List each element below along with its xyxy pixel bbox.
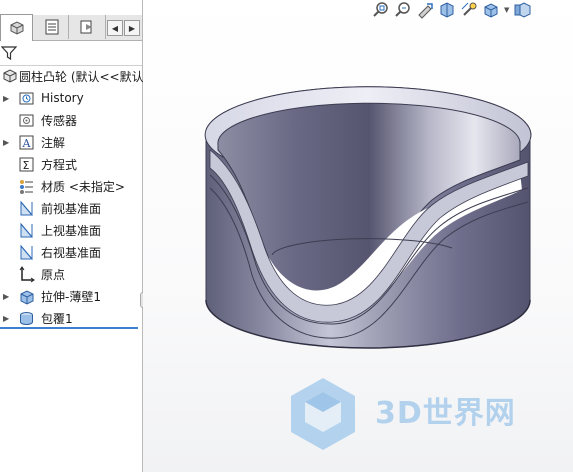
tree-item-front-plane[interactable]: 前视基准面: [0, 198, 142, 218]
wrap-icon: [20, 312, 33, 325]
tree-item-label: 上视基准面: [41, 223, 102, 238]
tree-item-label: 拉伸-薄壁1: [41, 289, 101, 304]
part-icon: [3, 69, 17, 83]
tree-item-wrap1[interactable]: ▶ 包覆1: [0, 308, 142, 328]
tree-item-annotations[interactable]: ▶ A 注解: [0, 132, 142, 152]
property-manager-icon: [45, 19, 58, 35]
tree-item-history[interactable]: ▶ History: [0, 88, 142, 108]
tree-item-label: 右视基准面: [41, 245, 102, 260]
expand-arrow-icon[interactable]: ▶: [3, 94, 9, 103]
tree-item-sensors[interactable]: 传感器: [0, 110, 142, 130]
plane-icon: [20, 200, 34, 216]
tab-scroll-left-button[interactable]: ◀: [107, 20, 123, 36]
expand-arrow-icon[interactable]: ▶: [3, 292, 9, 301]
tree-item-label: 材质 <未指定>: [41, 179, 125, 194]
tree-item-right-plane[interactable]: 右视基准面: [0, 242, 142, 262]
tab-property-manager[interactable]: [35, 15, 69, 39]
svg-text:Σ: Σ: [23, 159, 30, 172]
configuration-manager-icon: [80, 20, 92, 34]
plane-icon: [20, 222, 34, 238]
tree-item-origin[interactable]: 原点: [0, 264, 142, 284]
watermark-text: 3D世界网: [375, 396, 516, 431]
origin-icon: [19, 266, 35, 283]
tab-configuration-manager[interactable]: [69, 15, 106, 39]
filter-icon[interactable]: [1, 45, 17, 61]
tree-item-equations[interactable]: Σ 方程式: [0, 154, 142, 174]
equation-icon: Σ: [19, 157, 34, 172]
tree-item-label: History: [41, 91, 84, 105]
part-name: 圆柱凸轮 (默认<<默认: [19, 69, 144, 84]
tree-item-label: 前视基准面: [41, 201, 102, 216]
svg-text:A: A: [22, 137, 32, 150]
tree-item-label: 注解: [41, 135, 66, 150]
rollback-bar[interactable]: [0, 327, 138, 329]
annotation-icon: A: [19, 135, 34, 150]
panel-tab-bar: ◀ ▶: [0, 14, 142, 41]
expand-arrow-icon[interactable]: ▶: [3, 314, 9, 323]
tree-item-label: 方程式: [41, 157, 78, 172]
feature-manager-icon: [10, 21, 23, 35]
tree-item-top-plane[interactable]: 上视基准面: [0, 220, 142, 240]
tree-item-extrude-thin1[interactable]: ▶ 拉伸-薄壁1: [0, 286, 142, 306]
tree-item-label: 原点: [41, 267, 66, 282]
tab-scroll-right-button[interactable]: ▶: [124, 20, 140, 36]
tree-item-label: 传感器: [41, 113, 78, 128]
filter-bar: [0, 41, 142, 66]
feature-manager-panel: ◀ ▶ 圆柱凸轮 (默认<<默认 ▶ History 传感器 ▶ A 注解 Σ …: [0, 0, 144, 472]
tree-item-label: 包覆1: [41, 311, 73, 326]
history-icon: [19, 92, 34, 105]
tree-item-material[interactable]: 材质 <未指定>: [0, 176, 142, 196]
material-icon: [20, 180, 33, 194]
plane-icon: [20, 244, 34, 260]
tab-feature-manager[interactable]: [0, 14, 33, 41]
tree-root-part[interactable]: 圆柱凸轮 (默认<<默认: [0, 66, 144, 86]
expand-arrow-icon[interactable]: ▶: [3, 138, 9, 147]
extrude-icon: [20, 290, 34, 305]
sensor-icon: [19, 114, 34, 127]
